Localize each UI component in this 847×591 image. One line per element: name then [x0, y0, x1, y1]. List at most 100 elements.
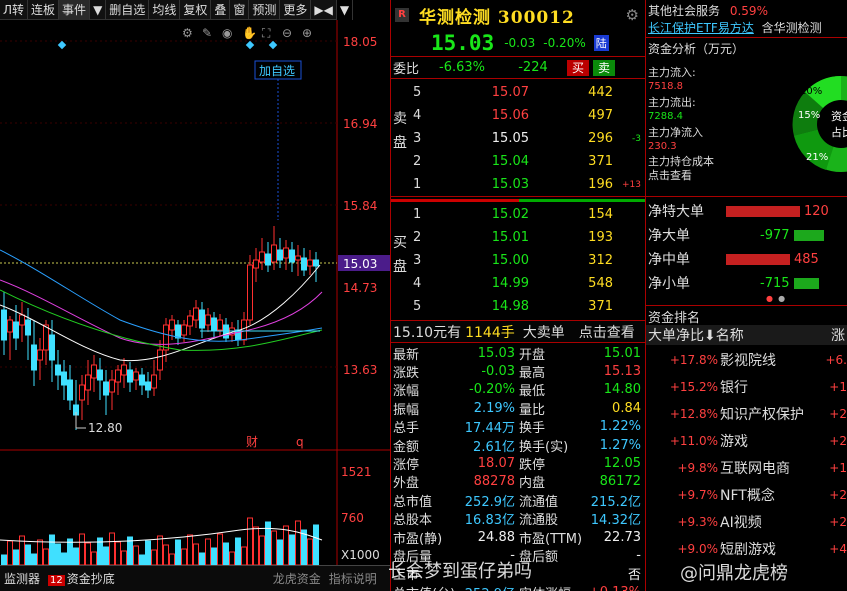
kline-chart[interactable]: ⚙ ✎ ◉ ✋ ⛶ ⊖ ⊕ 加自选 18.05 16.94 15.84 15.03 14.73 13.63…	[0, 20, 390, 565]
rank-row[interactable]: +11.0% 游戏 +2	[646, 427, 847, 454]
price-change-pct: -0.20%	[543, 36, 586, 50]
gear-icon[interactable]: ⚙	[626, 6, 639, 24]
candle-body	[31, 344, 37, 371]
last-price: 15.03	[431, 31, 495, 55]
volume-bar	[283, 525, 289, 565]
stat-key: 最低	[519, 384, 546, 400]
order-row[interactable]: 2 15.04 371	[391, 150, 645, 173]
price-line: 15.03 -0.03 -0.20% 陆	[391, 30, 645, 57]
toolbar-item[interactable]: 删自选	[106, 0, 150, 20]
volume-bar	[187, 534, 193, 565]
buy-side-label: 买 盘	[393, 231, 407, 279]
buy-button[interactable]: 买	[567, 59, 590, 76]
stat-key: 市盈(静)	[393, 531, 443, 547]
order-row[interactable]: 3 15.00 312	[391, 249, 645, 272]
order-level: 1	[413, 207, 422, 222]
stat-key: 金额	[393, 439, 420, 455]
volume-bar	[247, 517, 253, 565]
tab-capital-bottom-label: 资金抄底	[66, 572, 115, 586]
order-ratio-pct: -6.63%	[439, 60, 485, 75]
donut-label-21: 21%	[806, 152, 828, 163]
toolbar-item[interactable]: 事件	[59, 0, 91, 20]
candle-body	[187, 315, 193, 327]
stat-key: 换手	[519, 421, 546, 437]
rank-ratio: +11.0%	[669, 433, 718, 448]
rank-header-ratio[interactable]: 大单净比⬇	[646, 325, 716, 345]
etf-link[interactable]: 长江保护ETF易方达	[648, 21, 754, 35]
toolbar-item[interactable]: 叠	[211, 0, 231, 20]
toolbar-item[interactable]: 更多	[280, 0, 312, 20]
order-row[interactable]: 1 15.03 196 +13	[391, 173, 645, 196]
stat-value: 18.07	[477, 456, 515, 472]
toolbar-item[interactable]: ▼	[337, 0, 354, 20]
rank-row[interactable]: +9.7% NFT概念 +2	[646, 481, 847, 508]
candle-body	[67, 379, 73, 401]
candle-body	[133, 371, 139, 381]
rank-name: 银行	[720, 379, 748, 396]
stock-name: 华测检测 300012	[419, 7, 575, 28]
stats-row: 涨跌 -0.03 最高 15.13	[391, 362, 645, 382]
kline-svg[interactable]: ⚙ ✎ ◉ ✋ ⛶ ⊖ ⊕ 加自选 18.05 16.94 15.84 15.03 14.73 13.63…	[0, 20, 390, 565]
rank-name: 知识产权保护	[720, 406, 804, 423]
toolbar-item[interactable]: ▶◀	[311, 0, 337, 20]
stat-value: 15.01	[603, 345, 641, 361]
toolbar-item[interactable]: 连板	[28, 0, 60, 20]
flow-in-value: 7518.8	[648, 81, 683, 92]
flow-net-label: 主力净流入	[648, 126, 703, 139]
stats-row: 总市值 252.9亿 流通值 215.2亿	[391, 491, 645, 510]
page-dots[interactable]: ● ●	[766, 294, 785, 303]
order-level: 1	[413, 177, 422, 192]
rank-row[interactable]: +12.8% 知识产权保护 +2	[646, 400, 847, 427]
rank-row[interactable]: +9.0% 短剧游戏 +4	[646, 535, 847, 562]
toolbar-item[interactable]: 窗	[230, 0, 250, 20]
order-row[interactable]: 3 15.05 296 -3	[391, 127, 645, 150]
sector-name[interactable]: 其他社会服务	[648, 4, 720, 18]
toolbar-item[interactable]: Л转	[0, 0, 29, 20]
toolbar-item[interactable]: ▼	[90, 0, 107, 20]
rank-row[interactable]: +17.8% 影视院线 +6.	[646, 346, 847, 373]
fullscreen-icon: ⛶	[261, 26, 271, 40]
volume-bar	[307, 538, 313, 565]
order-row[interactable]: 5 15.07 442	[391, 81, 645, 104]
big-deal-amount: 1144手	[465, 324, 515, 341]
rank-row[interactable]: +15.2% 银行 +1	[646, 373, 847, 400]
rank-row[interactable]: +9.3% AI视频 +2	[646, 508, 847, 535]
stat-key: 最高	[519, 366, 546, 382]
toolbar-item[interactable]: 复权	[180, 0, 212, 20]
rank-header-chg[interactable]: 涨	[831, 325, 847, 345]
rank-row[interactable]: +9.8% 互联网电商 +1	[646, 454, 847, 481]
sell-button[interactable]: 卖	[593, 59, 616, 76]
net-flow-label: 净特大单	[648, 204, 704, 220]
stat-key: 振幅	[393, 402, 420, 418]
order-row[interactable]: 4 15.06 497	[391, 104, 645, 127]
order-price: 15.02	[491, 207, 529, 222]
order-row[interactable]: 2 15.01 193	[391, 226, 645, 249]
candle-body	[163, 324, 169, 351]
tab-capital-bottom[interactable]: 12 资金抄底	[44, 570, 119, 587]
stat-key: 总股本	[393, 513, 433, 529]
order-row[interactable]: 1 15.02 154	[391, 203, 645, 226]
tab-number-badge: 12	[48, 575, 65, 586]
stat-value: 252.9亿	[437, 583, 515, 591]
toolbar-item[interactable]: 预测	[249, 0, 281, 20]
stat-value: 16.83亿	[464, 513, 515, 529]
rank-change: +2	[829, 406, 847, 421]
volume-bar	[91, 551, 97, 565]
tab-indicator-help[interactable]: 指标说明	[325, 570, 381, 587]
big-deal-view-link[interactable]: 点击查看	[579, 322, 635, 342]
toolbar-item[interactable]: 均线	[149, 0, 181, 20]
chart-toolbar: Л转 连板 事件 ▼ 删自选 均线 复权叠窗预测 更多 ▶◀ ▼	[0, 0, 354, 20]
volume-bar	[235, 537, 241, 565]
rank-list: +17.8% 影视院线 +6. +15.2% 银行 +1 +12.8% 知识产权保护 +2 +11…	[646, 346, 847, 562]
candle-body	[211, 317, 217, 331]
tab-monitor[interactable]: 监测器	[0, 570, 44, 587]
rank-header-name[interactable]: 名称	[716, 325, 744, 345]
order-volume: 196	[588, 177, 613, 192]
order-row[interactable]: 4 14.99 548	[391, 272, 645, 295]
net-flow-label: 净小单	[648, 276, 690, 292]
tab-dragon-tiger[interactable]: 龙虎资金	[269, 570, 325, 587]
click-view-link[interactable]: 点击查看	[648, 169, 692, 182]
rank-header: 大单净比⬇ 名称 涨	[646, 325, 847, 345]
order-row[interactable]: 5 14.98 371	[391, 295, 645, 318]
volume-bar	[175, 539, 181, 565]
